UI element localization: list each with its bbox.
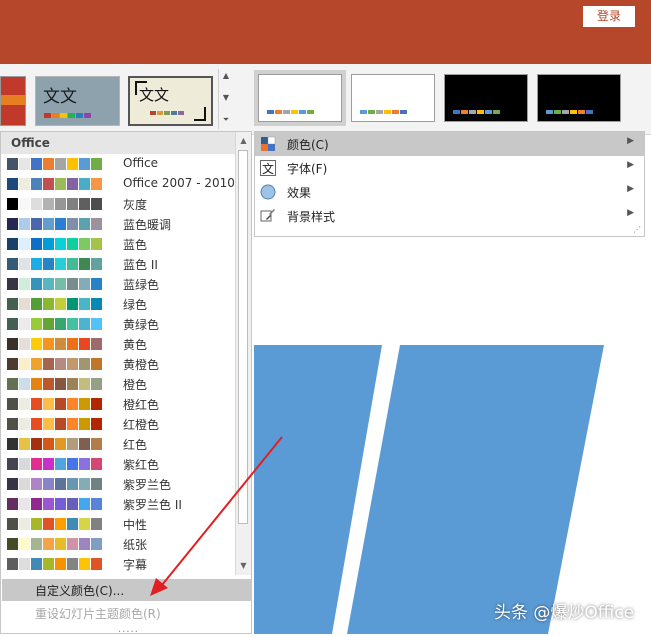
- annotation-arrow: [150, 436, 283, 596]
- watermark-text: 头条 @爆炒Office: [494, 603, 635, 623]
